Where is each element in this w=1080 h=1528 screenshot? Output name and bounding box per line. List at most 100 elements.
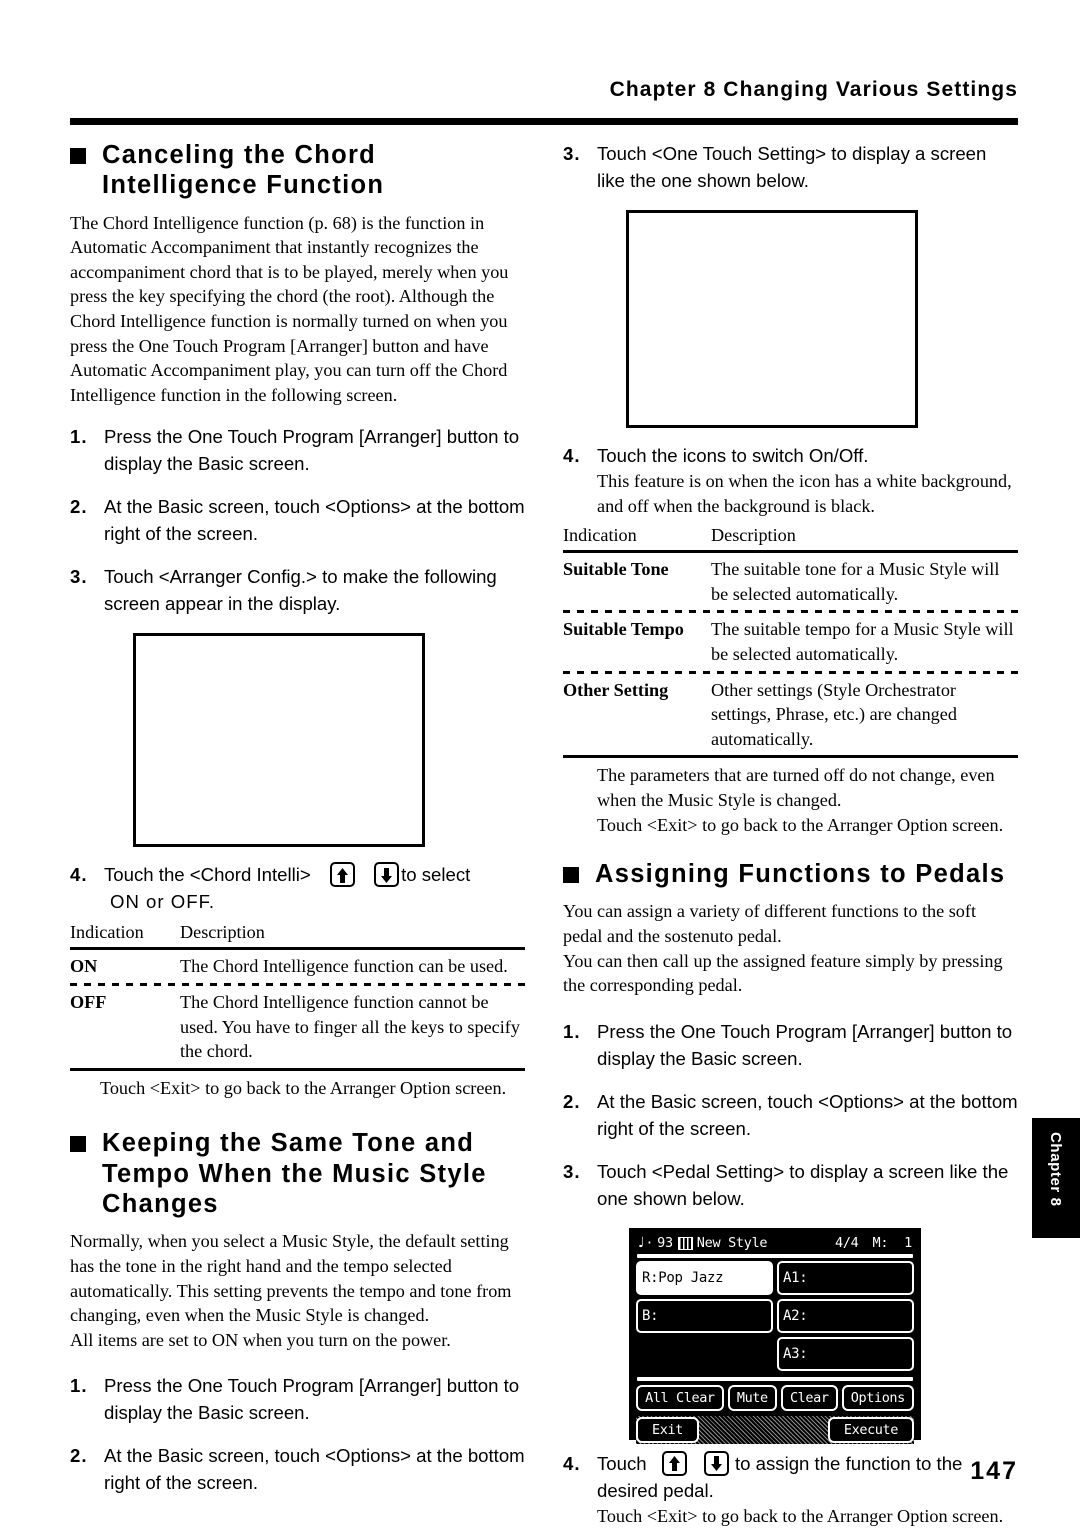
lcd-slot-right[interactable]: R:Pop Jazz xyxy=(636,1260,773,1295)
lcd-divider-bottom xyxy=(637,1376,913,1381)
section3-intro-2: You can then call up the assigned featur… xyxy=(563,950,1003,996)
section1-intro: The Chord Intelligence function (p. 68) … xyxy=(70,212,509,405)
lcd-title-bar: ♩ · 93 New Style 4/4 M: 1 xyxy=(636,1234,914,1253)
running-head: Chapter 8 Changing Various Settings xyxy=(609,78,1018,101)
screen-illustration-arranger-config xyxy=(133,633,425,848)
column-header-description: Description xyxy=(180,922,265,943)
lcd-style-name: New Style xyxy=(696,1235,768,1252)
step-item: 1. Press the One Touch Program [Arranger… xyxy=(70,423,525,477)
lcd-button-options[interactable]: Options xyxy=(841,1384,914,1411)
step-number: 1. xyxy=(563,1020,581,1042)
lcd-slot-b[interactable]: B: xyxy=(636,1298,773,1333)
heading-line-2: Tempo When the Music Style xyxy=(102,1159,487,1188)
step-text: At the Basic screen, touch <Options> at … xyxy=(597,1090,1018,1139)
manual-page: Chapter 8 Changing Various Settings Canc… xyxy=(0,0,1080,1528)
table-row: ON The Chord Intelligence function can b… xyxy=(70,950,525,983)
arrow-down-icon[interactable] xyxy=(374,862,400,888)
section3-steps: 1. Press the One Touch Program [Arranger… xyxy=(563,1018,1018,1212)
right-note-2: Touch <Exit> to go back to the Arranger … xyxy=(597,814,1004,835)
lcd-button-mute[interactable]: Mute xyxy=(727,1384,777,1411)
left-column: Canceling the Chord Intelligence Functio… xyxy=(70,140,525,1512)
step-number: 3. xyxy=(563,143,581,164)
cell-description: The suitable tempo for a Music Style wil… xyxy=(711,619,1014,664)
lcd-slot-a2[interactable]: A2: xyxy=(777,1298,914,1333)
page-number: 147 xyxy=(970,1457,1018,1485)
lcd-button-clear[interactable]: Clear xyxy=(780,1384,838,1411)
table-rule xyxy=(70,1067,525,1071)
heading-line-2: Intelligence Function xyxy=(102,171,385,200)
quarter-note-icon: ♩ xyxy=(638,1235,645,1252)
lcd-button-exit[interactable]: Exit xyxy=(636,1416,699,1443)
section2-intro-2: All items are set to ON when you turn on… xyxy=(70,1329,451,1350)
step-text-before: Touch the <Chord Intelli> xyxy=(104,864,311,886)
chord-intelligence-table: Indication Description ON The Chord Inte… xyxy=(70,921,525,1071)
step-text: Press the One Touch Program [Arranger] b… xyxy=(597,1020,1013,1069)
column-header-indication: Indication xyxy=(563,525,637,546)
arrow-up-icon[interactable] xyxy=(329,862,355,888)
step-text-before: Touch xyxy=(597,1452,647,1474)
step-text: At the Basic screen, touch <Options> at … xyxy=(104,1445,525,1494)
heading-assigning-functions-to-pedals: Assigning Functions to Pedals xyxy=(563,859,1018,889)
step-item-one-touch-setting: 3. Touch <One Touch Setting> to display … xyxy=(563,140,1018,194)
section2-steps: 1. Press the One Touch Program [Arranger… xyxy=(70,1372,525,1496)
lcd-assign-grid: R:Pop Jazz B: A1: A2: A3: xyxy=(636,1260,914,1373)
chapter-thumb-tab: Chapter 8 xyxy=(1032,1118,1080,1238)
lcd-tempo-value: 93 xyxy=(657,1235,673,1252)
arrow-down-icon[interactable] xyxy=(703,1450,729,1476)
heading-keeping-same-tone-tempo: Keeping the Same Tone and Tempo When the… xyxy=(70,1128,525,1219)
heading-line-1: Assigning Functions to Pedals xyxy=(595,860,1006,889)
step-text-line2: ON or OFF. xyxy=(110,891,216,913)
step-text-after: to select xyxy=(401,864,471,886)
table-header-row: Indication Description xyxy=(70,921,525,947)
lcd-slot-a1[interactable]: A1: xyxy=(777,1260,914,1295)
table-row: Suitable Tempo The suitable tempo for a … xyxy=(563,613,1018,670)
step-item: 1. Press the One Touch Program [Arranger… xyxy=(563,1018,1018,1072)
right-column: 3. Touch <One Touch Setting> to display … xyxy=(563,140,1018,1528)
column-header-description: Description xyxy=(711,525,796,546)
chapter-thumb-tab-label: Chapter 8 xyxy=(1047,1132,1064,1207)
lcd-grid-column-left: R:Pop Jazz B: xyxy=(636,1260,773,1373)
heading-line-3: Changes xyxy=(102,1190,219,1219)
table-rule xyxy=(563,755,1018,759)
cell-description: Other settings (Style Orchestrator setti… xyxy=(711,679,957,749)
lcd-slot-empty xyxy=(636,1337,773,1371)
step-item-touch-icons: 4. Touch the icons to switch On/Off. Thi… xyxy=(563,442,1018,518)
step-number: 4. xyxy=(70,864,88,886)
step-item: 2. At the Basic screen, touch <Options> … xyxy=(70,493,525,547)
step-text: Press the One Touch Program [Arranger] b… xyxy=(104,426,520,475)
step-number: 2. xyxy=(563,1090,581,1112)
cell-description: The Chord Intelligence function cannot b… xyxy=(180,992,520,1062)
section2-intro-1: Normally, when you select a Music Style,… xyxy=(70,1231,512,1326)
step-item: 3. Touch <Pedal Setting> to display a sc… xyxy=(563,1158,1018,1212)
section3-intro-1: You can assign a variety of different fu… xyxy=(563,901,977,947)
lcd-screen: ♩ · 93 New Style 4/4 M: 1 R:Pop Jazz B: xyxy=(629,1227,921,1444)
lcd-slot-a3[interactable]: A3: xyxy=(777,1336,914,1371)
step-text: Touch <Arranger Config.> to make the fol… xyxy=(104,566,497,615)
step-number: 4. xyxy=(563,445,581,466)
table-row: Other Setting Other settings (Style Orch… xyxy=(563,674,1018,756)
right-note-1: The parameters that are turned off do no… xyxy=(597,765,995,810)
header-rule xyxy=(70,118,1018,125)
step-item: 3. Touch <Arranger Config.> to make the … xyxy=(70,563,525,617)
cell-indication: Suitable Tone xyxy=(563,559,669,580)
music-style-icon xyxy=(677,1236,693,1250)
table-row: OFF The Chord Intelligence function cann… xyxy=(70,986,525,1068)
step-number: 3. xyxy=(563,1160,581,1182)
lcd-measure-value: 1 xyxy=(904,1235,912,1252)
screen-illustration-one-touch-setting xyxy=(626,210,918,428)
step-text-after: to assign the function to the xyxy=(734,1452,963,1474)
cell-indication: OFF xyxy=(70,992,107,1013)
step-text: Touch <Pedal Setting> to display a scree… xyxy=(597,1160,1009,1209)
one-touch-setting-table: Indication Description Suitable Tone The… xyxy=(563,524,1018,759)
lcd-button-all-clear[interactable]: All Clear xyxy=(636,1384,724,1411)
lcd-divider-top xyxy=(637,1253,913,1258)
lcd-footer-bar: Exit Execute xyxy=(636,1415,914,1444)
step-number: 3. xyxy=(70,566,88,588)
step-subtext: Touch <Exit> to go back to the Arranger … xyxy=(597,1505,1004,1526)
screen-illustration-pedal-setting: ♩ · 93 New Style 4/4 M: 1 R:Pop Jazz B: xyxy=(629,1227,1018,1444)
step-item: 2. At the Basic screen, touch <Options> … xyxy=(563,1088,1018,1142)
lcd-button-execute[interactable]: Execute xyxy=(827,1416,914,1443)
step-text: Touch the icons to switch On/Off. xyxy=(597,445,869,466)
arrow-up-icon[interactable] xyxy=(661,1450,687,1476)
step-item: 1. Press the One Touch Program [Arranger… xyxy=(70,1372,525,1426)
